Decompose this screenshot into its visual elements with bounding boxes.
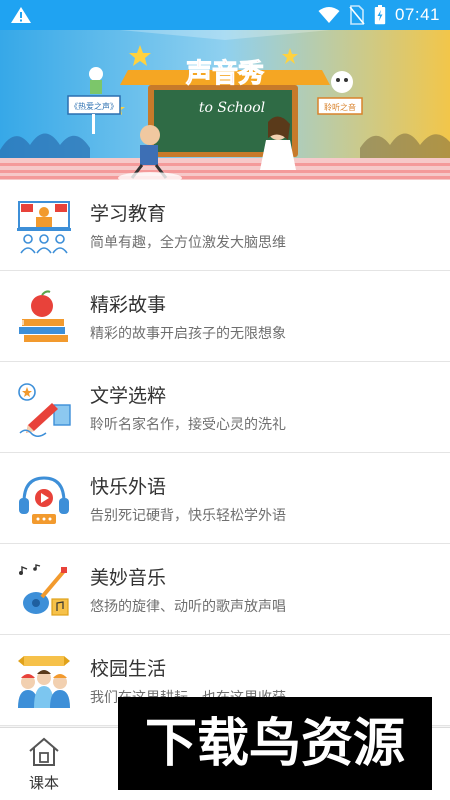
home-icon — [29, 737, 59, 766]
pen-writing-icon — [18, 383, 71, 437]
list-item-foreign-language[interactable]: 快乐外语 告别死记硬背，快乐轻松学外语 — [0, 453, 450, 544]
watermark-overlay: 下载鸟资源 — [118, 697, 432, 790]
item-subtitle: 告别死记硬背，快乐轻松学外语 — [90, 508, 286, 524]
no-sim-icon — [349, 5, 365, 25]
item-title: 学习教育 — [90, 203, 167, 225]
banner-illustration: 声音秀 to School 《热爱之声》 聆听之音 — [0, 30, 450, 180]
hero-banner[interactable]: 声音秀 to School 《热爱之声》 聆听之音 — [0, 30, 450, 180]
list-item-music[interactable]: 美妙音乐 悠扬的旋律、动听的歌声放声唱 — [0, 544, 450, 635]
list-item-learning[interactable]: 学习教育 简单有趣，全方位激发大脑思维 — [0, 180, 450, 271]
classroom-icon — [17, 201, 71, 254]
item-title: 校园生活 — [90, 658, 167, 680]
list-item-stories[interactable]: 精彩故事 精彩的故事开启孩子的无限想象 — [0, 271, 450, 362]
item-title: 快乐外语 — [90, 476, 167, 498]
banner-logo-text: 声音秀 — [186, 58, 264, 89]
books-apple-icon — [19, 290, 68, 342]
headphones-icon — [19, 476, 69, 524]
tab-textbook-label: 课本 — [28, 774, 59, 792]
left-sign-text: 《热爱之声》 — [70, 101, 118, 111]
item-title: 精彩故事 — [90, 294, 167, 316]
right-sign-text: 聆听之音 — [324, 102, 356, 112]
item-subtitle: 精彩的故事开启孩子的无限想象 — [90, 326, 286, 342]
list-item-literature[interactable]: 文学选粹 聆听名家名作，接受心灵的洗礼 — [0, 362, 450, 453]
chalkboard-text: to School — [199, 100, 265, 116]
guitar-icon — [19, 564, 69, 616]
item-subtitle: 悠扬的旋律、动听的歌声放声唱 — [90, 599, 286, 615]
students-icon — [18, 656, 70, 708]
tab-textbook[interactable]: 课本 — [14, 736, 74, 796]
category-list: 学习教育 简单有趣，全方位激发大脑思维 精彩故事 精彩的故事开启孩子的无限想象 … — [0, 180, 450, 726]
item-title: 文学选粹 — [90, 385, 167, 407]
clock-time: 07:41 — [394, 5, 440, 24]
status-bar: 07:41 — [0, 0, 450, 30]
watermark-text: 下载鸟资源 — [145, 714, 405, 774]
wifi-icon — [318, 7, 340, 23]
warning-icon — [11, 7, 31, 23]
item-title: 美妙音乐 — [90, 567, 167, 589]
item-subtitle: 聆听名家名作，接受心灵的洗礼 — [90, 417, 286, 433]
battery-icon — [374, 5, 386, 25]
item-subtitle: 简单有趣，全方位激发大脑思维 — [90, 235, 286, 251]
